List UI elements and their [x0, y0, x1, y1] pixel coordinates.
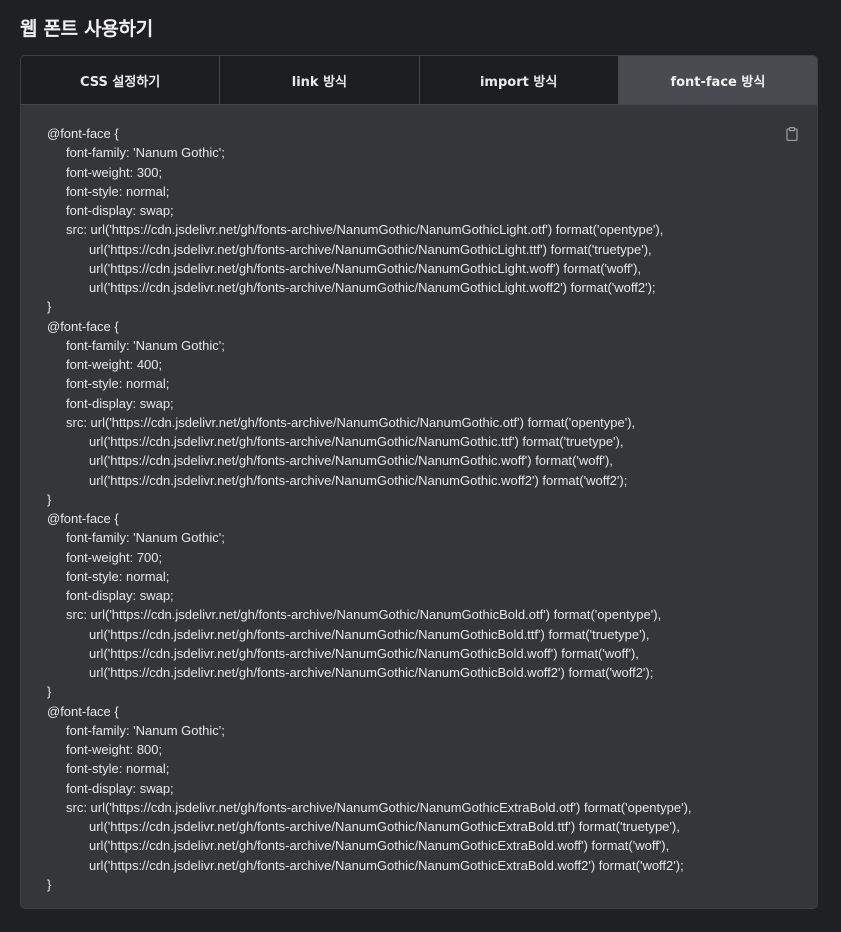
code-line: font-family: 'Nanum Gothic';: [66, 145, 225, 161]
code-line: url('https://cdn.jsdelivr.net/gh/fonts-a…: [89, 280, 656, 295]
code-line: @font-face {: [47, 126, 119, 141]
code-line: font-style: normal;: [66, 183, 170, 199]
code-line: url('https://cdn.jsdelivr.net/gh/fonts-a…: [89, 645, 639, 661]
code-line: url('https://cdn.jsdelivr.net/gh/fonts-a…: [89, 241, 652, 257]
code-block: @font-face { font-family: 'Nanum Gothic'…: [21, 105, 817, 894]
code-line: src: url('https://cdn.jsdelivr.net/gh/fo…: [66, 414, 636, 430]
code-line: url('https://cdn.jsdelivr.net/gh/fonts-a…: [89, 434, 624, 449]
code-line: font-family: 'Nanum Gothic';: [66, 722, 225, 738]
code-line: font-display: swap;: [66, 588, 174, 603]
code-line: url('https://cdn.jsdelivr.net/gh/fonts-a…: [89, 819, 680, 834]
page-title: 웹 폰트 사용하기: [20, 18, 153, 40]
tab-bar: CSS 설정하기 link 방식 import 방식 font-face 방식: [21, 56, 817, 105]
code-line: font-family: 'Nanum Gothic';: [66, 530, 225, 546]
code-line: }: [47, 299, 52, 315]
code-line: font-display: swap;: [66, 780, 174, 796]
code-line: url('https://cdn.jsdelivr.net/gh/fonts-a…: [89, 453, 613, 469]
code-line: }: [47, 491, 52, 507]
clipboard-icon[interactable]: [786, 126, 798, 142]
code-line: url('https://cdn.jsdelivr.net/gh/fonts-a…: [89, 857, 684, 873]
code-line: font-display: swap;: [66, 395, 174, 411]
code-line: font-weight: 300;: [66, 164, 163, 180]
code-line: font-display: swap;: [66, 203, 174, 218]
code-line: font-style: normal;: [66, 761, 170, 777]
code-line: @font-face {: [47, 703, 119, 719]
tab-import-method[interactable]: import 방식: [420, 56, 619, 104]
code-line: font-weight: 700;: [66, 549, 163, 565]
code-line: font-weight: 400;: [66, 357, 163, 372]
code-line: font-family: 'Nanum Gothic';: [66, 337, 225, 353]
code-line: url('https://cdn.jsdelivr.net/gh/fonts-a…: [89, 626, 650, 642]
code-line: url('https://cdn.jsdelivr.net/gh/fonts-a…: [89, 665, 654, 680]
code-line: @font-face {: [47, 511, 119, 526]
tab-link-method[interactable]: link 방식: [220, 56, 420, 104]
code-line: src: url('https://cdn.jsdelivr.net/gh/fo…: [66, 222, 664, 238]
code-line: src: url('https://cdn.jsdelivr.net/gh/fo…: [66, 799, 692, 815]
code-line: url('https://cdn.jsdelivr.net/gh/fonts-a…: [89, 472, 628, 488]
code-line: }: [47, 876, 52, 892]
code-line: @font-face {: [47, 318, 119, 334]
tab-css-settings[interactable]: CSS 설정하기: [21, 56, 221, 104]
code-line: font-style: normal;: [66, 376, 170, 392]
code-line: url('https://cdn.jsdelivr.net/gh/fonts-a…: [89, 838, 670, 854]
tab-font-face-method[interactable]: font-face 방식: [618, 56, 817, 104]
code-line: url('https://cdn.jsdelivr.net/gh/fonts-a…: [89, 260, 642, 276]
code-line: font-style: normal;: [66, 568, 170, 584]
code-panel: CSS 설정하기 link 방식 import 방식 font-face 방식 …: [20, 55, 818, 909]
code-line: }: [47, 684, 52, 700]
code-line: src: url('https://cdn.jsdelivr.net/gh/fo…: [66, 607, 662, 623]
code-line: font-weight: 800;: [66, 742, 163, 757]
